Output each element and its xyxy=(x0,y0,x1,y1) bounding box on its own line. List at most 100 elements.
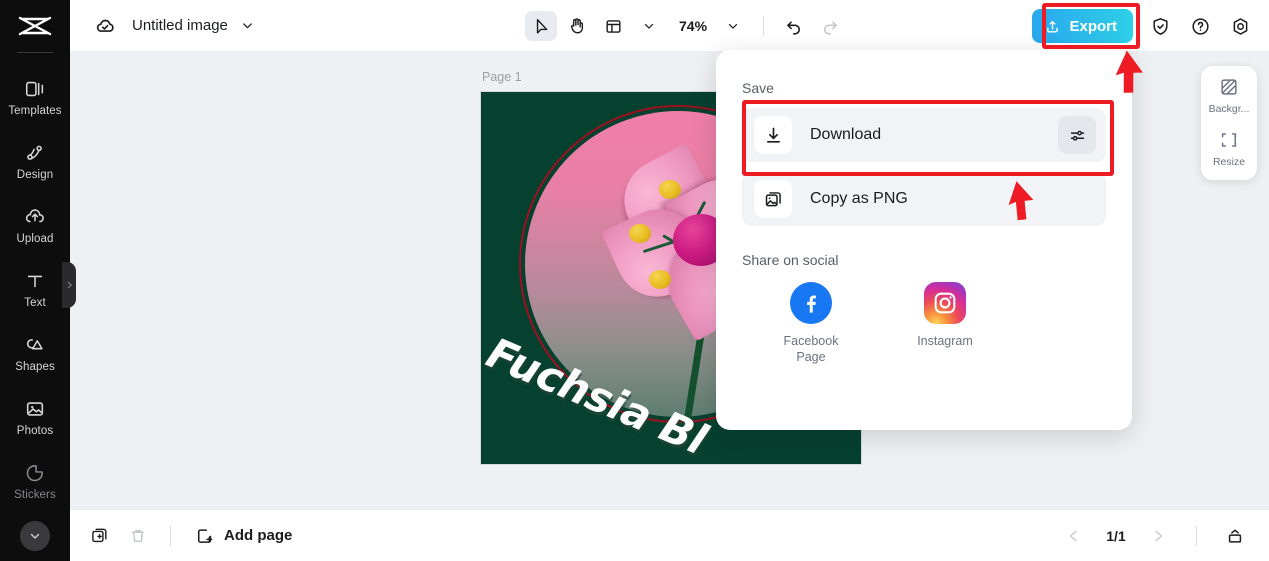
add-page-icon xyxy=(198,528,213,543)
document-title[interactable]: Untitled image xyxy=(132,17,228,34)
zoom-level-value: 74% xyxy=(679,18,708,34)
chevron-right-icon xyxy=(67,281,72,289)
upload-icon xyxy=(24,205,46,229)
redo-button[interactable] xyxy=(814,11,846,41)
instagram-button[interactable]: Instagram xyxy=(906,282,984,365)
sidebar-item-design[interactable]: Design xyxy=(0,133,70,187)
photos-icon xyxy=(24,397,46,421)
download-label: Download xyxy=(810,126,882,143)
shapes-icon xyxy=(24,333,46,357)
export-button[interactable]: Export xyxy=(1032,9,1133,43)
hand-icon xyxy=(570,18,584,34)
text-icon xyxy=(24,269,46,293)
sidebar-item-stickers[interactable]: Stickers xyxy=(0,453,70,507)
trash-icon xyxy=(131,529,145,542)
page-navigation: 1/1 xyxy=(1058,520,1251,552)
copy-as-png-menu-item[interactable]: Copy as PNG xyxy=(742,172,1106,226)
flower-anther xyxy=(649,270,671,289)
redo-icon xyxy=(824,21,837,35)
background-button[interactable]: Backgr... xyxy=(1201,76,1257,115)
facebook-page-button[interactable]: Facebook Page xyxy=(772,282,850,365)
layout-dropdown-button[interactable] xyxy=(633,11,665,41)
resize-icon xyxy=(1221,133,1237,147)
export-save-title: Save xyxy=(742,80,774,96)
flower-anther xyxy=(629,224,651,243)
copy-as-png-label: Copy as PNG xyxy=(810,190,908,207)
facebook-label: Facebook Page xyxy=(783,334,839,364)
social-buttons-group: Facebook Page Instagram xyxy=(742,282,1106,365)
sidebar-divider xyxy=(17,52,53,53)
layout-panel-icon xyxy=(605,19,621,33)
copy-image-icon xyxy=(754,180,792,218)
sliders-icon xyxy=(1070,130,1084,141)
add-page-button[interactable]: Add page xyxy=(195,526,292,546)
sidebar-collapse-handle[interactable] xyxy=(62,262,76,308)
flower-anther xyxy=(659,180,681,199)
shield-button[interactable] xyxy=(1147,13,1173,39)
grid-view-button[interactable] xyxy=(1219,520,1251,552)
export-dropdown-menu: Save Download Copy as PNG Share on socia… xyxy=(716,50,1132,430)
sidebar-label-text: Text xyxy=(24,297,46,309)
zoom-dropdown-button[interactable] xyxy=(717,11,749,41)
sidebar-item-photos[interactable]: Photos xyxy=(0,389,70,443)
canva-editor-window: Templates Design Upload Text Shapes Phot… xyxy=(0,0,1269,561)
select-tool-button[interactable] xyxy=(525,11,557,41)
export-button-label: Export xyxy=(1069,17,1117,35)
cursor-arrow-icon xyxy=(536,18,547,34)
question-circle-icon xyxy=(1191,17,1209,35)
page-indicator: 1/1 xyxy=(1106,527,1126,544)
chevron-down-icon xyxy=(30,533,40,539)
hand-tool-button[interactable] xyxy=(561,11,593,41)
chevron-down-icon xyxy=(644,23,654,29)
sidebar-label-photos: Photos xyxy=(16,425,54,437)
toolbar-divider xyxy=(763,16,765,36)
page-label: Page 1 xyxy=(482,70,522,84)
sidebar-label-upload: Upload xyxy=(16,233,54,245)
resize-button[interactable]: Resize xyxy=(1201,129,1257,168)
sidebar-label-design: Design xyxy=(16,169,54,181)
bottom-left-actions: Add page xyxy=(84,520,292,552)
cloud-saved-icon xyxy=(94,15,116,37)
duplicate-page-button[interactable] xyxy=(84,520,116,552)
app-logo-icon xyxy=(18,16,52,36)
bottom-divider xyxy=(170,525,171,546)
left-sidebar: Templates Design Upload Text Shapes Phot… xyxy=(0,0,70,561)
download-icon xyxy=(754,116,792,154)
sidebar-item-templates[interactable]: Templates xyxy=(0,69,70,123)
duplicate-page-icon xyxy=(92,528,107,542)
top-right-actions: Export xyxy=(1032,0,1253,52)
undo-button[interactable] xyxy=(778,11,810,41)
sidebar-item-text[interactable]: Text xyxy=(0,261,70,315)
layout-tool-button[interactable] xyxy=(597,11,629,41)
sidebar-expand-button[interactable] xyxy=(20,521,50,551)
canvas-side-panel: Backgr... Resize xyxy=(1201,66,1257,180)
instagram-label: Instagram xyxy=(917,334,973,348)
bottom-right-divider xyxy=(1196,525,1197,546)
document-title-dropdown[interactable] xyxy=(240,18,255,33)
undo-icon xyxy=(787,21,801,35)
templates-icon xyxy=(24,77,46,101)
next-page-button[interactable] xyxy=(1142,520,1174,552)
facebook-icon xyxy=(790,282,832,324)
pages-grid-icon xyxy=(1228,529,1242,543)
delete-page-button[interactable] xyxy=(122,520,154,552)
settings-button[interactable] xyxy=(1227,13,1253,39)
download-menu-item[interactable]: Download xyxy=(742,108,1106,162)
chevron-left-icon xyxy=(1070,530,1077,541)
sidebar-label-stickers: Stickers xyxy=(14,489,56,501)
help-button[interactable] xyxy=(1187,13,1213,39)
sidebar-label-templates: Templates xyxy=(8,105,62,117)
instagram-icon xyxy=(924,282,966,324)
bottom-toolbar: Add page 1/1 xyxy=(70,509,1269,561)
chevron-down-icon xyxy=(728,23,738,29)
background-pattern-icon xyxy=(1221,79,1237,95)
download-settings-button[interactable] xyxy=(1058,116,1096,154)
prev-page-button[interactable] xyxy=(1058,520,1090,552)
sidebar-item-upload[interactable]: Upload xyxy=(0,197,70,251)
background-label: Backgr... xyxy=(1208,103,1250,115)
chevron-down-icon xyxy=(243,23,252,29)
resize-label: Resize xyxy=(1212,156,1246,168)
app-logo[interactable] xyxy=(0,0,70,52)
chevron-right-icon xyxy=(1155,530,1162,541)
sidebar-item-shapes[interactable]: Shapes xyxy=(0,325,70,379)
